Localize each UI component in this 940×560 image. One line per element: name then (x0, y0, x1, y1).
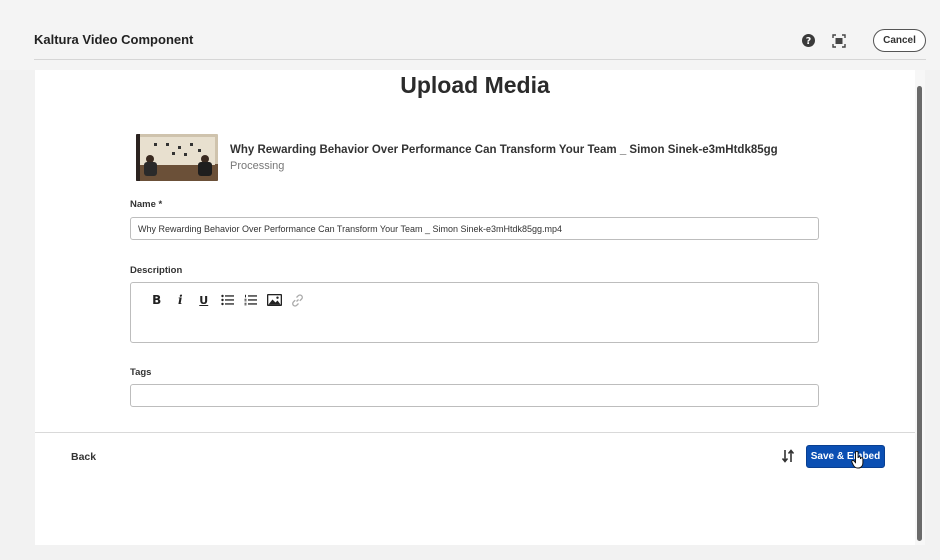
description-editor[interactable]: B i U (130, 282, 819, 343)
sort-icon[interactable] (781, 449, 795, 463)
page-title: Upload Media (400, 72, 550, 98)
bullet-list-button[interactable] (216, 292, 240, 308)
svg-text:?: ? (806, 36, 812, 47)
underline-icon: U (199, 293, 209, 307)
tags-input[interactable] (130, 384, 819, 407)
app-title: Kaltura Video Component (34, 32, 194, 47)
editor-toolbar: B i U (145, 292, 310, 308)
fullscreen-icon[interactable] (832, 34, 846, 48)
cursor-icon (851, 451, 864, 469)
italic-button[interactable]: i (169, 292, 193, 308)
numbered-list-icon (244, 294, 258, 306)
description-label: Description (130, 265, 183, 276)
bold-icon: B (152, 293, 162, 307)
bold-button[interactable]: B (145, 292, 169, 308)
header-divider (34, 59, 926, 60)
footer-divider (35, 432, 915, 433)
link-icon (292, 293, 304, 307)
bullet-list-icon (221, 294, 234, 306)
media-thumbnail (136, 134, 218, 181)
media-title: Why Rewarding Behavior Over Performance … (230, 144, 778, 156)
italic-icon: i (177, 293, 183, 307)
help-icon[interactable]: ? (802, 34, 815, 47)
name-input[interactable]: Why Rewarding Behavior Over Performance … (130, 217, 819, 240)
app-header: Kaltura Video Component ? Cancel (0, 0, 940, 70)
underline-button[interactable]: U (192, 292, 216, 308)
scrollbar-thumb[interactable] (917, 86, 922, 541)
cancel-button[interactable]: Cancel (873, 29, 926, 52)
save-and-embed-button[interactable]: Save & Embed (806, 445, 885, 468)
image-button[interactable] (263, 292, 287, 308)
tags-label: Tags (130, 367, 152, 378)
media-status: Processing (230, 160, 285, 172)
image-icon (266, 294, 282, 306)
link-button[interactable] (286, 292, 310, 308)
numbered-list-button[interactable] (239, 292, 263, 308)
name-label: Name * (130, 199, 163, 210)
back-button[interactable]: Back (71, 451, 96, 463)
